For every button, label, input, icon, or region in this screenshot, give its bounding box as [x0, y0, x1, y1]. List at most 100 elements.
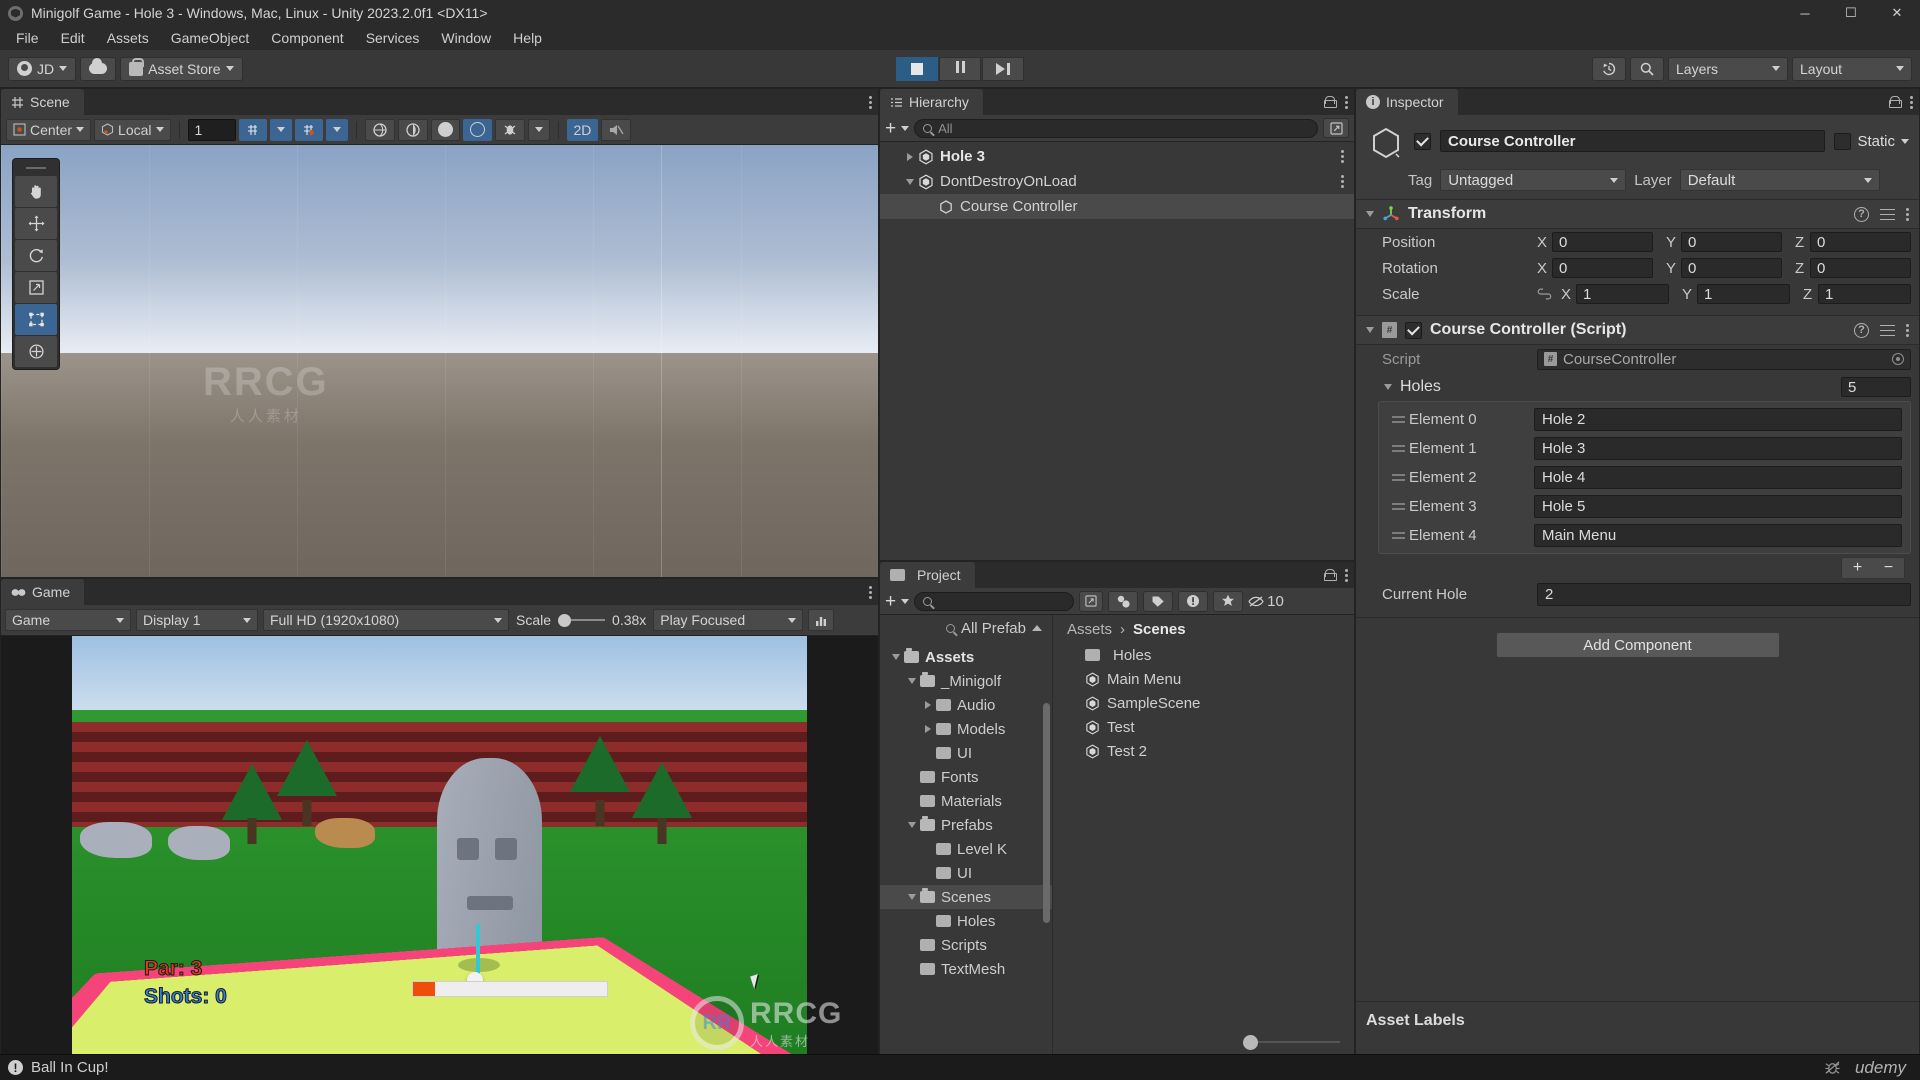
asset-item-holes[interactable]: Holes — [1053, 643, 1354, 667]
preset-icon[interactable] — [1880, 208, 1895, 221]
project-tree-item-ui-1[interactable]: UI — [880, 741, 1052, 765]
cloud-button[interactable] — [80, 56, 117, 81]
drag-handle-icon[interactable] — [1387, 416, 1409, 423]
drag-handle-icon[interactable] — [1387, 445, 1409, 452]
scale-slider[interactable] — [558, 613, 606, 627]
hierarchy-tree[interactable]: Hole 3 DontDestroyOnLoad Course Controll… — [880, 142, 1354, 560]
project-tree-item-prefabs[interactable]: Prefabs — [880, 813, 1052, 837]
hierarchy-item-hole-3[interactable]: Hole 3 — [880, 144, 1354, 169]
project-folder-tree[interactable]: Assets _Minigolf Audio Models UI Fonts M… — [880, 641, 1052, 981]
rotation-z-input[interactable]: 0 — [1810, 258, 1911, 278]
lock-icon[interactable] — [1324, 569, 1337, 581]
asset-zoom-slider[interactable] — [1243, 1034, 1340, 1050]
static-checkbox[interactable] — [1834, 132, 1852, 150]
element-value-input[interactable]: Hole 4 — [1534, 466, 1902, 489]
plus-icon[interactable]: + — [885, 119, 896, 138]
collapse-arrow-icon[interactable] — [902, 178, 918, 185]
array-remove-button[interactable]: − — [1873, 558, 1904, 578]
object-picker-icon[interactable] — [1892, 353, 1904, 365]
help-icon[interactable]: ? — [1854, 206, 1869, 222]
position-y-input[interactable]: 0 — [1681, 232, 1782, 252]
object-name-input[interactable]: Course Controller — [1440, 130, 1826, 152]
favorites-button[interactable] — [1213, 590, 1244, 612]
hierarchy-item-course-controller[interactable]: Course Controller — [880, 194, 1354, 219]
position-z-input[interactable]: 0 — [1810, 232, 1911, 252]
account-button[interactable]: JD — [8, 56, 77, 81]
collapse-arrow-icon[interactable] — [904, 822, 920, 828]
menu-assets[interactable]: Assets — [96, 26, 160, 50]
project-tree-item-materials[interactable]: Materials — [880, 789, 1052, 813]
project-favorites-row[interactable]: All Prefab — [880, 615, 1052, 641]
hidden-assets-indicator[interactable]: 10 — [1248, 593, 1284, 610]
project-search-input[interactable] — [914, 591, 1075, 611]
menu-help[interactable]: Help — [502, 26, 553, 50]
resolution-dropdown[interactable]: Full HD (1920x1080) — [263, 609, 509, 631]
help-icon[interactable]: ? — [1854, 322, 1869, 338]
scale-z-input[interactable]: 1 — [1818, 284, 1911, 304]
transform-component-header[interactable]: Transform ? — [1356, 199, 1919, 229]
element-value-input[interactable]: Hole 5 — [1534, 495, 1902, 518]
scale-y-input[interactable]: 1 — [1697, 284, 1790, 304]
hierarchy-row-menu-icon[interactable] — [1341, 175, 1344, 188]
snap-increment-dropdown[interactable] — [325, 118, 348, 141]
hierarchy-search-input[interactable]: All — [914, 118, 1318, 138]
layers-dropdown[interactable]: Layers — [1668, 56, 1788, 81]
bug-report-icon[interactable] — [1824, 1060, 1841, 1075]
tag-dropdown[interactable]: Untagged — [1440, 169, 1627, 191]
array-element-3[interactable]: Element 3 Hole 5 — [1379, 492, 1910, 521]
chevron-up-icon[interactable] — [1032, 625, 1042, 631]
rotate-tool-button[interactable] — [15, 240, 57, 271]
snap-increment-button[interactable] — [294, 118, 323, 141]
asset-item-test[interactable]: Test — [1053, 715, 1354, 739]
breadcrumb-root[interactable]: Assets — [1067, 621, 1112, 638]
asset-item-main-menu[interactable]: Main Menu — [1053, 667, 1354, 691]
undo-history-button[interactable] — [1592, 56, 1626, 81]
hierarchy-item-dontdestroyonload[interactable]: DontDestroyOnLoad — [880, 169, 1354, 194]
script-enabled-checkbox[interactable] — [1405, 321, 1422, 339]
inspector-menu-icon[interactable] — [1910, 95, 1913, 109]
expand-arrow-icon[interactable] — [902, 152, 918, 161]
menu-edit[interactable]: Edit — [50, 26, 96, 50]
project-tree-item-scripts[interactable]: Scripts — [880, 933, 1052, 957]
project-tree-item-assets[interactable]: Assets — [880, 645, 1052, 669]
tab-scene[interactable]: Scene — [1, 89, 84, 115]
array-add-button[interactable]: + — [1842, 558, 1873, 578]
project-tree-scrollbar[interactable] — [1043, 703, 1050, 923]
position-x-input[interactable]: 0 — [1552, 232, 1653, 252]
asset-item-samplescene[interactable]: SampleScene — [1053, 691, 1354, 715]
project-tree-item-level-kit[interactable]: Level K — [880, 837, 1052, 861]
project-tree-item-ui-2[interactable]: UI — [880, 861, 1052, 885]
global-search-button[interactable] — [1630, 56, 1664, 81]
play-mode-dropdown[interactable]: Play Focused — [653, 609, 804, 631]
pivot-mode-button[interactable]: Center — [6, 118, 92, 141]
chevron-down-icon[interactable] — [901, 598, 910, 604]
collapse-arrow-icon[interactable] — [904, 894, 920, 900]
array-element-1[interactable]: Element 1 Hole 3 — [1379, 434, 1910, 463]
project-tree-item-minigolf[interactable]: _Minigolf — [880, 669, 1052, 693]
game-canvas[interactable]: Par: 3 Shots: 0 — [72, 636, 807, 1055]
stats-button[interactable] — [808, 609, 835, 631]
project-tree-pane[interactable]: All Prefab Assets _Minigolf Audio Models… — [880, 615, 1053, 1055]
chevron-down-icon[interactable] — [1901, 138, 1909, 144]
constrain-proportions-icon[interactable] — [1537, 288, 1552, 300]
array-element-4[interactable]: Element 4 Main Menu — [1379, 521, 1910, 550]
transform-tool-button[interactable] — [15, 336, 57, 367]
filter-errors-button[interactable] — [1178, 590, 1209, 612]
menu-file[interactable]: File — [5, 26, 50, 50]
project-tree-item-models[interactable]: Models — [880, 717, 1052, 741]
script-object-field[interactable]: # CourseController — [1537, 348, 1911, 370]
tab-hierarchy[interactable]: Hierarchy — [880, 89, 983, 115]
move-tool-button[interactable] — [15, 208, 57, 239]
chevron-down-icon[interactable] — [901, 125, 910, 131]
tab-project[interactable]: Project — [880, 562, 975, 588]
game-target-dropdown[interactable]: Game — [5, 609, 131, 631]
pause-button[interactable] — [939, 56, 981, 81]
asset-item-test-2[interactable]: Test 2 — [1053, 739, 1354, 763]
drag-handle-icon[interactable] — [1387, 503, 1409, 510]
scene-visibility-button[interactable] — [397, 118, 428, 141]
play-button[interactable] — [896, 56, 938, 81]
overlay-drag-handle[interactable] — [15, 161, 57, 175]
lock-icon[interactable] — [1324, 96, 1337, 108]
step-button[interactable] — [982, 56, 1024, 81]
filter-by-type-button[interactable] — [1108, 590, 1139, 612]
